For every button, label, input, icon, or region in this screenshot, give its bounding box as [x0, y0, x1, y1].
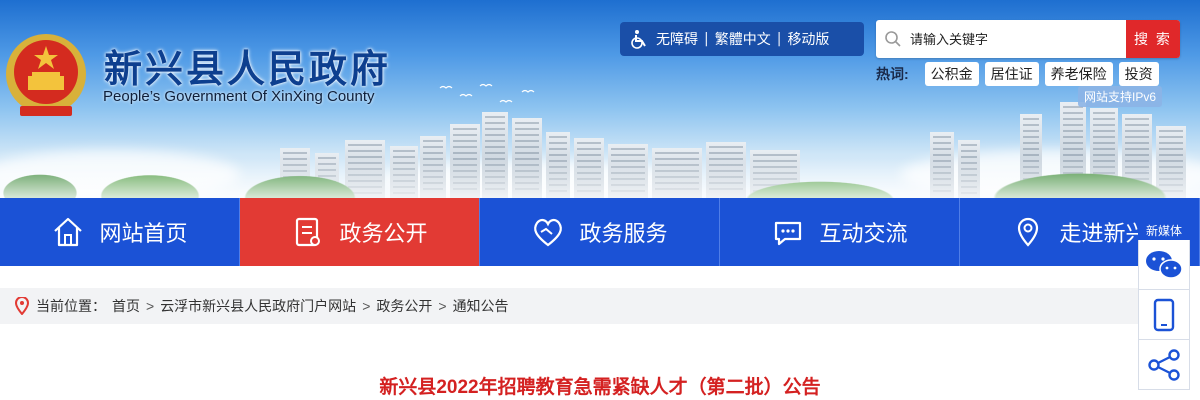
ipv6-badge: 网站支持IPv6 [1078, 86, 1163, 107]
search-button[interactable]: 搜 索 [1126, 20, 1180, 58]
nav-item-home[interactable]: 网站首页 [0, 198, 240, 266]
nav-item-services[interactable]: 政务服务 [480, 198, 720, 266]
hot-words: 热词: 公积金 居住证 养老保险 投资 [876, 62, 1159, 86]
hot-word-tag[interactable]: 养老保险 [1044, 62, 1113, 86]
hot-word-tag[interactable]: 居住证 [984, 62, 1039, 86]
nav-item-label: 政务服务 [579, 221, 668, 246]
breadcrumb: 当前位置： 首页 > 云浮市新兴县人民政府门户网站 > 政务公开 > 通知公告 [0, 288, 1138, 324]
breadcrumb-label: 当前位置： [36, 298, 106, 314]
search-icon [876, 30, 910, 48]
mist [0, 158, 1200, 198]
home-icon [54, 217, 83, 247]
hot-word-tag[interactable]: 投资 [1118, 62, 1159, 86]
breadcrumb-notices[interactable]: 通知公告 [453, 296, 509, 316]
chat-bubble-icon [775, 221, 802, 246]
location-pin-icon [14, 297, 30, 315]
accessibility-bar: 无障碍 | 繁體中文 | 移动版 [620, 22, 864, 56]
hot-words-label: 热词: [876, 66, 909, 82]
separator: | [704, 31, 709, 47]
separator: | [776, 31, 782, 47]
document-icon [296, 217, 321, 247]
site-title: 新兴县人民政府 [104, 46, 392, 91]
mobile-icon [1153, 298, 1175, 331]
nav-item-label: 走进新兴 [1059, 221, 1148, 246]
nav-item-label: 互动交流 [819, 221, 908, 246]
breadcrumb-home[interactable]: 首页 [112, 296, 140, 316]
article-title: 新兴县2022年招聘教育急需紧缺人才（第二批）公告 [379, 377, 821, 398]
accessibility-link[interactable]: 无障碍 [656, 29, 698, 49]
national-emblem-icon [6, 34, 86, 116]
search-input[interactable] [910, 20, 1126, 58]
search-box: 搜 索 [876, 20, 1180, 58]
new-media-label: 新媒体 [1138, 220, 1190, 240]
nav-item-label: 网站首页 [99, 221, 188, 246]
mobile-button[interactable] [1138, 290, 1190, 340]
traditional-chinese-link[interactable]: 繁體中文 [715, 29, 771, 49]
handshake-heart-icon [534, 218, 563, 247]
mobile-version-link[interactable]: 移动版 [787, 29, 829, 49]
breadcrumb-portal[interactable]: 云浮市新兴县人民政府门户网站 [160, 296, 356, 316]
wechat-icon [1146, 250, 1183, 279]
main-nav: 网站首页 政务公开 政务服务 互动交流 走进新兴 [0, 198, 1200, 266]
breadcrumb-separator: > [146, 298, 155, 314]
header-banner: 新兴县人民政府 People’s Government Of XinXing C… [0, 0, 1200, 198]
hot-word-tag[interactable]: 公积金 [924, 62, 979, 86]
nav-item-interaction[interactable]: 互动交流 [720, 198, 960, 266]
wechat-button[interactable] [1138, 240, 1190, 290]
wheelchair-icon [631, 30, 646, 49]
breadcrumb-separator: > [362, 298, 371, 314]
breadcrumb-government-affairs[interactable]: 政务公开 [376, 296, 432, 316]
breadcrumb-separator: > [438, 298, 447, 314]
map-pin-icon [1018, 217, 1039, 247]
nav-item-government-affairs[interactable]: 政务公开 [240, 198, 480, 266]
nav-item-label: 政务公开 [339, 221, 428, 246]
site-subtitle: People’s Government Of XinXing County [103, 88, 375, 105]
birds-decoration [439, 83, 535, 103]
